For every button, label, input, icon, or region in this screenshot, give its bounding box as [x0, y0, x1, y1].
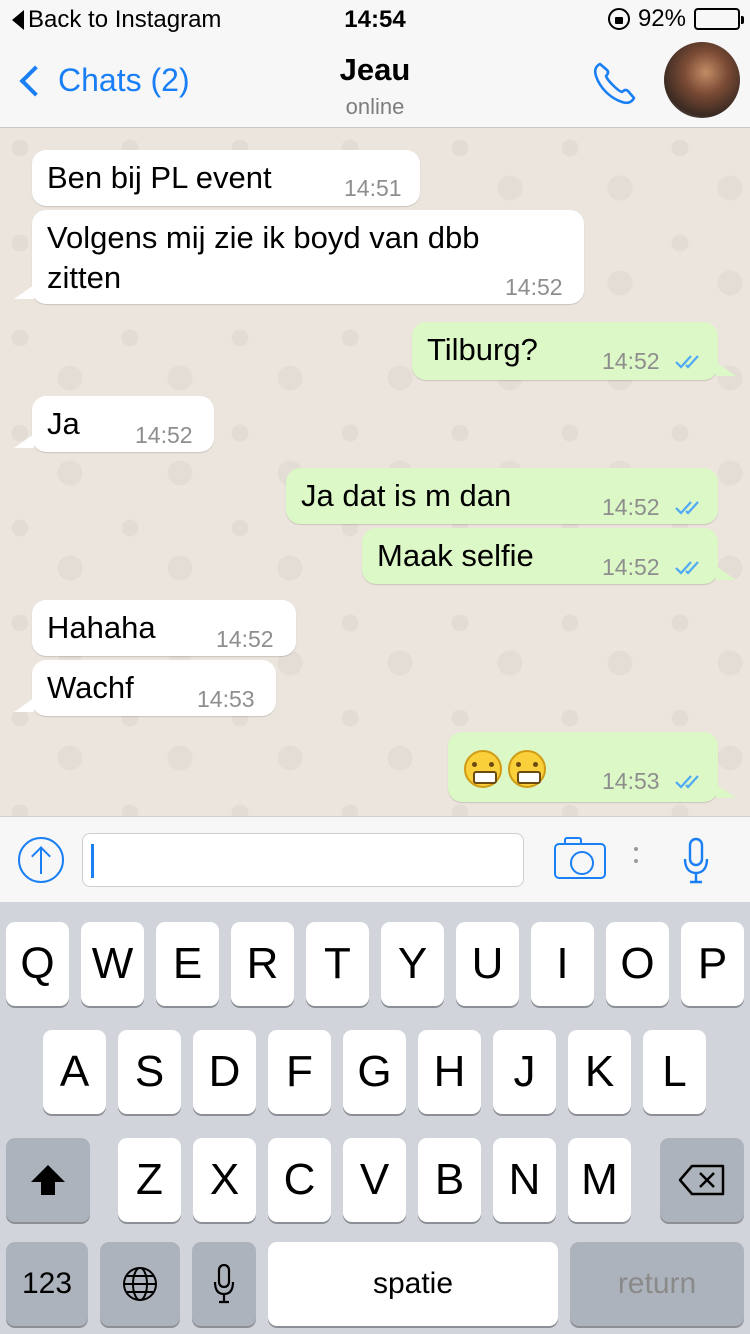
phone-call-icon[interactable] [590, 58, 640, 108]
chat-header: Chats (2) Jeau online [0, 40, 750, 128]
key-h[interactable]: H [418, 1030, 481, 1114]
key-n[interactable]: N [493, 1138, 556, 1222]
space-key[interactable]: spatie [268, 1242, 558, 1326]
incoming-message[interactable]: Ben bij PL event 14:51 [32, 150, 420, 206]
outgoing-message[interactable]: Maak selfie 14:52 [362, 528, 718, 584]
read-receipt-icon [675, 355, 699, 369]
message-text: Volgens mij zie ik boyd van dbb zitten [47, 220, 480, 295]
incoming-message[interactable]: Hahaha 14:52 [32, 600, 296, 656]
message-time: 14:52 [135, 422, 193, 448]
status-bar: Back to Instagram 14:54 92% [0, 0, 750, 40]
grimacing-face-emoji-icon [508, 750, 546, 788]
return-key[interactable]: return [570, 1242, 744, 1326]
key-j[interactable]: J [493, 1030, 556, 1114]
separator-dots-icon [634, 847, 638, 877]
key-d[interactable]: D [193, 1030, 256, 1114]
key-w[interactable]: W [81, 922, 144, 1006]
bubble-tail [716, 566, 736, 580]
message-text: Hahaha [47, 610, 156, 645]
numbers-key[interactable]: 123 [6, 1242, 88, 1326]
key-f[interactable]: F [268, 1030, 331, 1114]
message-text: Ben bij PL event [47, 160, 272, 195]
bubble-tail [14, 698, 34, 712]
outgoing-message[interactable]: 14:53 [448, 732, 718, 802]
message-time: 14:52 [216, 626, 274, 652]
message-list[interactable]: Ben bij PL event 14:51 Volgens mij zie i… [0, 128, 750, 816]
message-time: 14:52 [602, 494, 660, 520]
upload-icon[interactable] [18, 837, 64, 883]
key-u[interactable]: U [456, 922, 519, 1006]
shift-key[interactable] [6, 1138, 90, 1222]
keyboard: Q W E R T Y U I O P A S D F G H J K L Z … [0, 902, 750, 1334]
globe-icon [123, 1267, 157, 1301]
read-receipt-icon [675, 501, 699, 515]
grimacing-face-emoji-icon [464, 750, 502, 788]
outgoing-message[interactable]: Tilburg? 14:52 [412, 322, 718, 380]
bubble-tail [716, 362, 736, 376]
orientation-lock-icon [607, 8, 630, 30]
key-v[interactable]: V [343, 1138, 406, 1222]
key-q[interactable]: Q [6, 922, 69, 1006]
key-a[interactable]: A [43, 1030, 106, 1114]
shift-arrow-icon [31, 1165, 65, 1195]
key-t[interactable]: T [306, 922, 369, 1006]
bubble-tail [14, 285, 34, 299]
microphone-icon [213, 1263, 235, 1304]
key-c[interactable]: C [268, 1138, 331, 1222]
message-time: 14:53 [197, 686, 255, 712]
message-time: 14:51 [344, 175, 402, 201]
key-o[interactable]: O [606, 922, 669, 1006]
incoming-message[interactable]: Volgens mij zie ik boyd van dbb zitten 1… [32, 210, 584, 304]
read-receipt-icon [675, 775, 699, 789]
message-time: 14:52 [602, 554, 660, 580]
key-l[interactable]: L [643, 1030, 706, 1114]
key-x[interactable]: X [193, 1138, 256, 1222]
key-z[interactable]: Z [118, 1138, 181, 1222]
battery-icon [694, 8, 744, 30]
message-text: Wachf [47, 670, 134, 705]
key-k[interactable]: K [568, 1030, 631, 1114]
read-receipt-icon [675, 561, 699, 575]
globe-key[interactable] [100, 1242, 180, 1326]
incoming-message[interactable]: Ja 14:52 [32, 396, 214, 452]
message-text: Ja dat is m dan [301, 478, 512, 513]
status-indicators: 92% [607, 5, 744, 33]
key-e[interactable]: E [156, 922, 219, 1006]
message-text: Ja [47, 406, 80, 441]
backspace-icon [678, 1164, 725, 1196]
dictation-key[interactable] [192, 1242, 256, 1326]
message-time: 14:52 [505, 274, 563, 300]
outgoing-message[interactable]: Ja dat is m dan 14:52 [286, 468, 718, 524]
microphone-icon[interactable] [682, 837, 710, 885]
key-b[interactable]: B [418, 1138, 481, 1222]
key-i[interactable]: I [531, 922, 594, 1006]
bubble-tail [14, 434, 34, 448]
battery-percentage: 92% [637, 5, 686, 32]
key-s[interactable]: S [118, 1030, 181, 1114]
message-time: 14:52 [602, 348, 660, 374]
key-g[interactable]: G [343, 1030, 406, 1114]
contact-avatar[interactable] [664, 42, 740, 118]
key-p[interactable]: P [681, 922, 744, 1006]
key-r[interactable]: R [231, 922, 294, 1006]
bubble-tail [716, 784, 736, 798]
message-text: Tilburg? [427, 332, 538, 367]
incoming-message[interactable]: Wachf 14:53 [32, 660, 276, 716]
compose-bar [0, 816, 750, 902]
message-text: Maak selfie [377, 538, 534, 573]
key-m[interactable]: M [568, 1138, 631, 1222]
text-caret [91, 844, 94, 878]
message-time: 14:53 [602, 768, 660, 794]
camera-icon[interactable] [554, 837, 606, 879]
backspace-key[interactable] [660, 1138, 744, 1222]
key-y[interactable]: Y [381, 922, 444, 1006]
message-input[interactable] [82, 833, 524, 887]
